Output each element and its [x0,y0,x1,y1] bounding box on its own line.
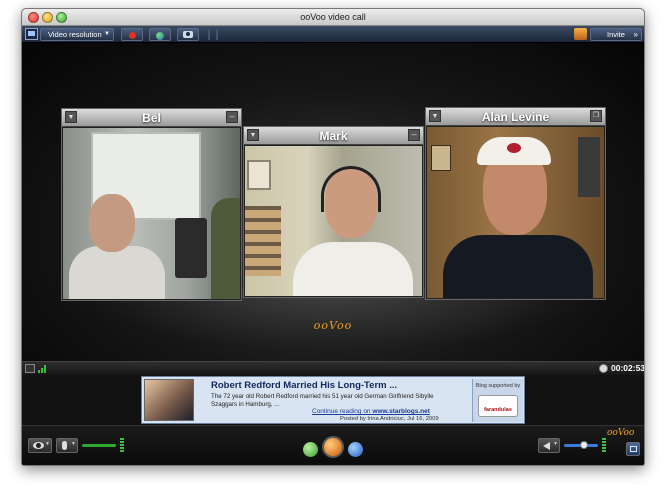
participant-name: Mark [319,129,348,143]
door-frame [578,137,600,197]
dialpad-button[interactable] [303,442,318,457]
close-window-button[interactable] [28,12,39,23]
ad-link[interactable]: www.starblogs.net [372,408,430,415]
participant-video [245,146,422,296]
fullscreen-icon [630,446,637,452]
pane-header: ▼ Mark – [244,127,423,145]
share-icon [156,31,164,40]
participant-video [427,127,604,298]
ad-link-prefix: Continue reading on [312,408,373,415]
title-bar: ooVoo video call [22,9,644,26]
ad-headline[interactable]: Robert Redford Married His Long-Term ... [211,380,397,391]
participant-name: Alan Levine [481,110,550,124]
ad-photo [144,379,194,421]
sponsor-box[interactable]: Blog supported by farandulas [472,379,523,422]
speaker-icon [543,442,550,450]
ad-posted: Posted by Irina Andriciuc, Jul 16, 2009 [340,416,439,422]
share-button[interactable] [149,28,171,41]
video-resolution-icon[interactable] [25,28,38,40]
chevron-right-icon: » [633,30,638,39]
speaker-volume-slider[interactable] [564,441,598,449]
pane-restore-button[interactable]: ❐ [590,110,602,122]
chevron-down-icon: ▼ [104,31,110,37]
clock-icon [599,364,608,373]
person-figure [443,235,593,298]
window-title: ooVoo video call [300,12,366,22]
fullscreen-button[interactable] [626,442,640,456]
bottom-control-bar: ▼ ▼ ▼ ooVoo [22,425,644,465]
person-figure [69,246,165,299]
window-frame [247,160,271,190]
second-person-figure [211,198,240,299]
end-call-button[interactable] [322,436,344,458]
pane-minimize-button[interactable]: – [408,129,420,141]
eye-icon [33,442,44,449]
sponsor-name: farandulas [484,407,512,413]
headset [321,166,381,212]
participant-pane-bel[interactable]: ▼ Bel – [61,108,242,301]
signal-icon [38,364,48,373]
chevron-down-icon: ▼ [553,441,558,447]
sponsor-label: Blog supported by [475,383,521,389]
record-button[interactable] [121,28,143,41]
oovoo-logo: ooVoo [313,319,353,332]
ad-body: The 72 year old Robert Redford married h… [211,393,434,408]
speaker-button[interactable]: ▼ [538,438,560,453]
participant-pane-alan-levine[interactable]: ▼ Alan Levine ❐ [425,107,606,300]
video-resolution-label: Video resolution [48,30,102,39]
chair [175,218,207,278]
video-call-window: ooVoo video call Video resolution ▼ Invi… [21,8,645,466]
video-stage: ▼ Bel – ▼ Mark – ▼ Alan Levine ❐ ooVoo [22,43,644,361]
ad-link-line: Continue reading on www.starblogs.net [312,408,430,415]
video-resolution-dropdown[interactable]: Video resolution ▼ [40,28,114,41]
bookshelf [245,206,281,276]
toolbar: Video resolution ▼ Invite » [22,26,644,43]
person-head [89,194,135,252]
mic-button[interactable]: ▼ [56,438,78,453]
invite-label: Invite [607,30,625,39]
cap [477,137,551,165]
bottom-oovoo-logo: ooVoo [607,428,635,438]
wall-photo [431,145,451,171]
status-bar: 00:02:53 [22,361,644,375]
participant-pane-mark[interactable]: ▼ Mark – [243,126,424,298]
chevron-down-icon: ▼ [71,441,76,447]
camera-icon [183,31,193,38]
minimize-window-button[interactable] [42,12,53,23]
ad-band: Robert Redford Married His Long-Term ...… [22,375,644,425]
mic-level-meter [120,438,124,453]
camera-button[interactable] [177,28,199,41]
toolbar-separator [208,29,218,40]
mic-volume-slider[interactable] [82,444,116,447]
mic-icon [62,441,67,450]
zoom-window-button[interactable] [56,12,67,23]
sponsor-logo: farandulas [478,395,518,417]
record-icon [128,32,136,40]
invite-button[interactable]: Invite » [590,28,642,41]
call-timer: 00:02:53 [611,363,645,373]
chat-button[interactable] [348,442,363,457]
advertisement-banner[interactable]: Robert Redford Married His Long-Term ...… [141,376,525,424]
participant-video [63,128,240,299]
pane-header: ▼ Alan Levine ❐ [426,108,605,126]
person-figure [293,242,413,296]
participant-name: Bel [142,111,161,125]
pane-minimize-button[interactable]: – [226,111,238,123]
slider-handle[interactable] [580,441,588,449]
pane-header: ▼ Bel – [62,109,241,127]
chevron-down-icon: ▼ [45,441,50,447]
network-icon [25,364,35,373]
invite-icon[interactable] [574,28,587,40]
eye-button[interactable]: ▼ [28,438,52,453]
speaker-level-meter [602,438,606,453]
